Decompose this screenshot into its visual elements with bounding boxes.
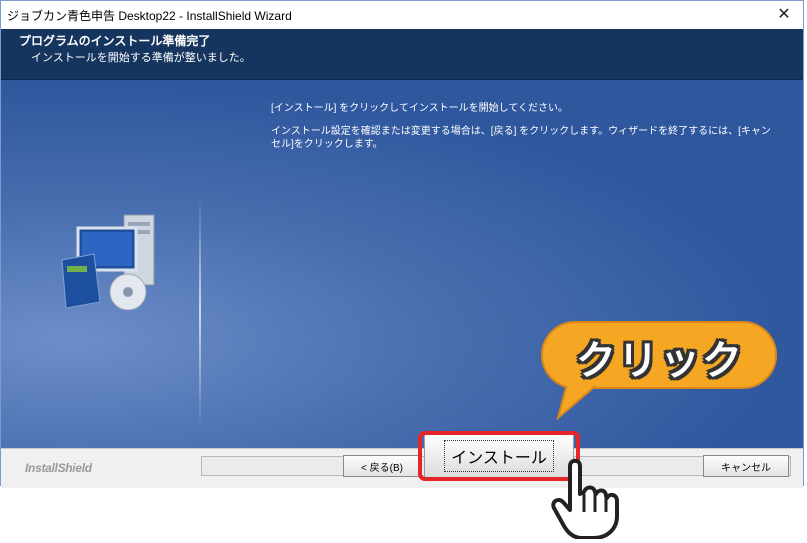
- installshield-logo: InstallShield: [25, 461, 92, 475]
- instruction-back-cancel: インストール設定を確認または変更する場合は、[戻る] をクリックします。ウィザー…: [271, 126, 771, 150]
- window-title: ジョブカン青色申告 Desktop22 - InstallShield Wiza…: [7, 9, 292, 23]
- content-divider: [199, 196, 201, 428]
- header-title: プログラムのインストール準備完了: [19, 34, 211, 48]
- cancel-button[interactable]: キャンセル: [703, 455, 789, 477]
- instructions: [インストール] をクリックしてインストールを開始してください。 インストール設…: [271, 102, 776, 161]
- header-subtitle: インストールを開始する準備が整いました。: [31, 52, 251, 64]
- callout-text: クリック: [576, 338, 744, 384]
- back-button[interactable]: < 戻る(B): [343, 455, 421, 477]
- close-icon[interactable]: ✕: [773, 4, 795, 23]
- click-callout: クリック: [540, 320, 780, 420]
- title-bar: ジョブカン青色申告 Desktop22 - InstallShield Wiza…: [1, 1, 803, 29]
- wizard-header: プログラムのインストール準備完了 インストールを開始する準備が整いました。: [1, 29, 803, 80]
- pointing-hand-icon: [548, 456, 628, 540]
- computer-cd-icon: [56, 210, 166, 320]
- instruction-install: [インストール] をクリックしてインストールを開始してください。: [271, 103, 569, 114]
